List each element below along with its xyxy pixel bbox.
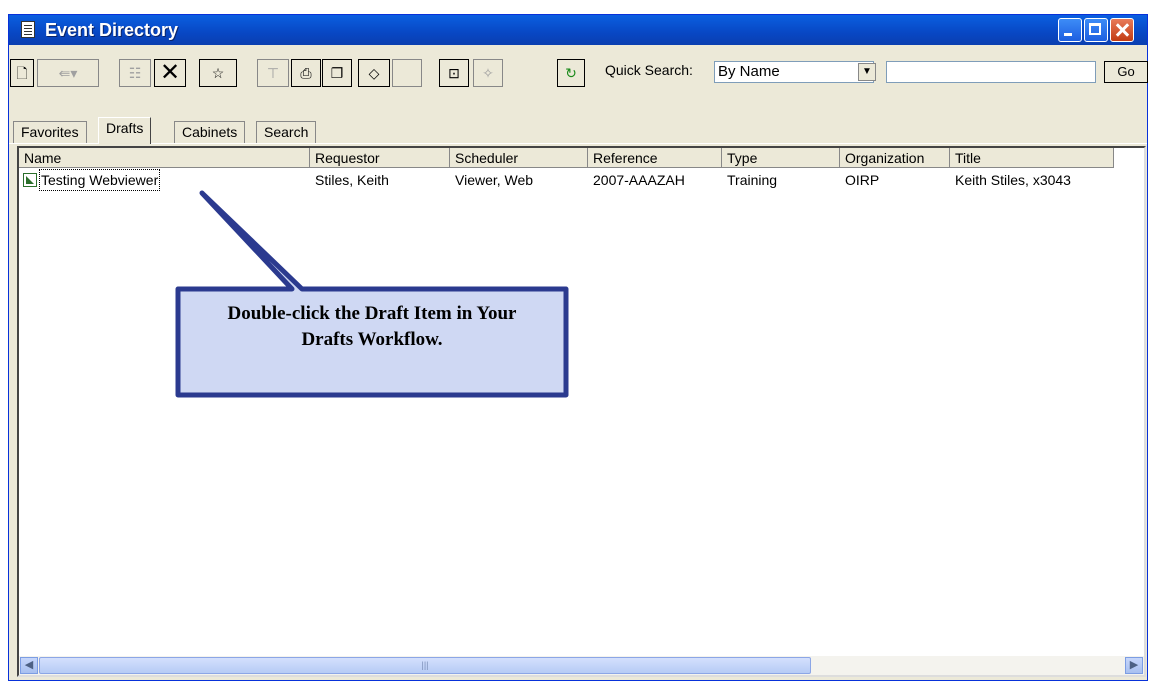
copy-button[interactable]: ❐ bbox=[322, 59, 352, 87]
row-name[interactable]: Testing Webviewer bbox=[38, 169, 161, 191]
column-header-name[interactable]: Name bbox=[19, 148, 310, 168]
row-requestor: Stiles, Keith bbox=[315, 172, 389, 188]
quick-search-dropdown-arrow[interactable]: ▼ bbox=[858, 63, 876, 81]
properties-icon: ☷ bbox=[128, 65, 142, 81]
draft-document-icon bbox=[23, 173, 37, 187]
column-header-reference[interactable]: Reference bbox=[588, 148, 722, 168]
tab-search[interactable]: Search bbox=[256, 121, 317, 143]
title-bar[interactable]: Event Directory bbox=[9, 15, 1147, 45]
row-title: Keith Stiles, x3043 bbox=[955, 172, 1071, 188]
table-row[interactable]: Testing Webviewer Stiles, Keith Viewer, … bbox=[19, 169, 1114, 191]
column-header-title[interactable]: Title bbox=[950, 148, 1114, 168]
chevron-right-icon: ▶ bbox=[1129, 659, 1139, 671]
grip-icon: ||| bbox=[421, 660, 429, 670]
column-header-requestor[interactable]: Requestor bbox=[310, 148, 450, 168]
chevron-down-icon: ▼ bbox=[862, 66, 872, 77]
app-document-icon bbox=[21, 21, 35, 38]
callout-line-1: Double-click the Draft Item in Your bbox=[227, 303, 517, 324]
new-button[interactable]: 🗋 bbox=[10, 59, 34, 87]
tab-bar: Favorites Drafts Cabinets Search bbox=[9, 115, 1147, 144]
horizontal-scrollbar[interactable]: ◀ ||| ▶ bbox=[19, 656, 1144, 675]
preview-button[interactable]: ⊡ bbox=[439, 59, 469, 87]
list-header: Name Requestor Scheduler Reference Type … bbox=[19, 148, 1114, 168]
row-type: Training bbox=[727, 172, 778, 188]
new-document-icon: 🗋 bbox=[16, 65, 28, 81]
clear-button[interactable]: ◇ bbox=[358, 59, 390, 87]
workflow-icon: ⇚▾ bbox=[58, 65, 78, 81]
maximize-button[interactable] bbox=[1084, 18, 1108, 42]
quick-search-select[interactable]: By Name bbox=[714, 61, 874, 83]
close-button[interactable] bbox=[1110, 18, 1134, 42]
tab-favorites[interactable]: Favorites bbox=[13, 121, 87, 143]
sparkle-icon: ✧ bbox=[482, 65, 494, 81]
scroll-right-arrow[interactable]: ▶ bbox=[1125, 657, 1143, 674]
printer-icon: ⎙ bbox=[300, 65, 312, 81]
workflow-dropdown-button[interactable]: ⇚▾ bbox=[37, 59, 99, 87]
window-title: Event Directory bbox=[45, 20, 179, 40]
callout-text: Double-click the Draft Item in Your Draf… bbox=[172, 301, 572, 353]
eraser-icon: ◇ bbox=[368, 65, 380, 81]
row-organization: OIRP bbox=[845, 172, 880, 188]
quick-search-input[interactable] bbox=[886, 61, 1096, 83]
scroll-left-arrow[interactable]: ◀ bbox=[20, 657, 38, 674]
refresh-button[interactable]: ↻ bbox=[557, 59, 585, 87]
print-button[interactable]: ⎙ bbox=[291, 59, 321, 87]
column-header-scheduler[interactable]: Scheduler bbox=[450, 148, 588, 168]
column-header-organization[interactable]: Organization bbox=[840, 148, 950, 168]
preview-icon: ⊡ bbox=[448, 65, 460, 81]
filter-icon: ⊤ bbox=[266, 65, 280, 81]
instruction-callout: Double-click the Draft Item in Your Draf… bbox=[172, 190, 572, 401]
refresh-icon: ↻ bbox=[565, 65, 577, 81]
blank-button[interactable] bbox=[392, 59, 422, 87]
row-scheduler: Viewer, Web bbox=[455, 172, 534, 188]
callout-line-2: Drafts Workflow. bbox=[301, 329, 443, 350]
wizard-button[interactable]: ✧ bbox=[473, 59, 503, 87]
delete-button[interactable]: ✕ bbox=[154, 59, 186, 87]
delete-x-icon: ✕ bbox=[159, 59, 181, 86]
properties-button[interactable]: ☷ bbox=[119, 59, 151, 87]
copy-icon: ❐ bbox=[330, 65, 344, 81]
star-add-icon: ☆ bbox=[211, 65, 225, 81]
scroll-thumb[interactable]: ||| bbox=[39, 657, 811, 674]
column-header-type[interactable]: Type bbox=[722, 148, 840, 168]
tab-drafts[interactable]: Drafts bbox=[98, 117, 152, 144]
go-button[interactable]: Go bbox=[1104, 61, 1148, 83]
filter-button[interactable]: ⊤ bbox=[257, 59, 289, 87]
chevron-left-icon: ◀ bbox=[24, 659, 34, 671]
row-reference: 2007-AAAZAH bbox=[593, 172, 685, 188]
quick-search-label: Quick Search: bbox=[605, 62, 693, 78]
drafts-list: Name Requestor Scheduler Reference Type … bbox=[17, 146, 1146, 677]
add-favorite-button[interactable]: ☆ bbox=[199, 59, 237, 87]
minimize-button[interactable] bbox=[1058, 18, 1082, 42]
tab-cabinets[interactable]: Cabinets bbox=[174, 121, 246, 143]
